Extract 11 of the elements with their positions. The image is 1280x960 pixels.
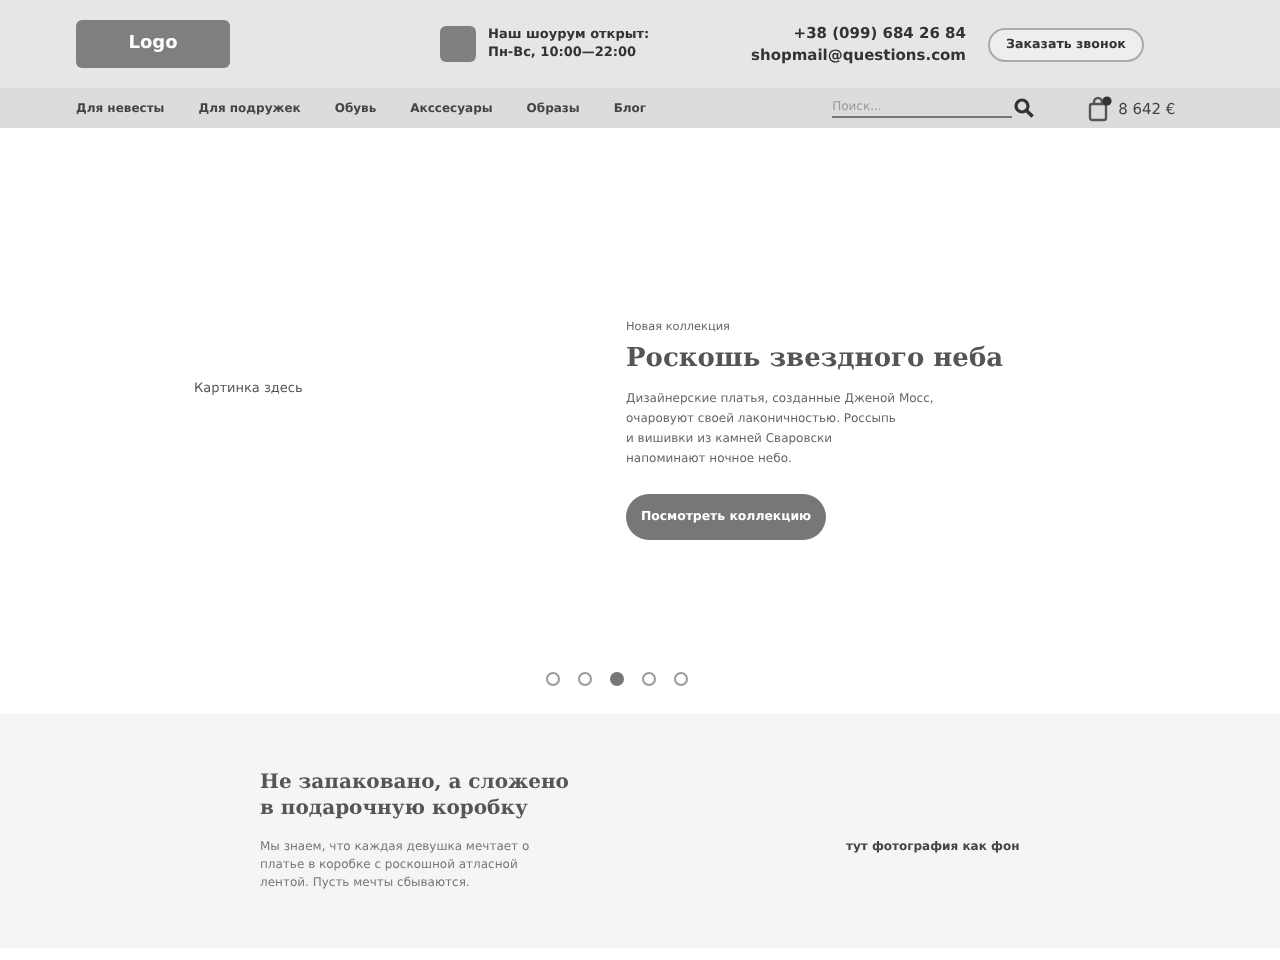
shopping-bag-icon[interactable] (1088, 95, 1113, 121)
gift-title: Не запаковано, а сложено в подарочную коробку (260, 770, 571, 822)
slider-dot[interactable] (546, 672, 560, 686)
search-icon[interactable] (1014, 98, 1035, 118)
logo[interactable]: Logo (76, 20, 230, 68)
hero-title: Роскошь звездного неба (626, 344, 1004, 374)
slider-dot[interactable] (610, 672, 624, 686)
showroom-icon (440, 26, 476, 62)
slider-dot[interactable] (674, 672, 688, 686)
slider-dot[interactable] (578, 672, 592, 686)
slider-dot[interactable] (642, 672, 656, 686)
